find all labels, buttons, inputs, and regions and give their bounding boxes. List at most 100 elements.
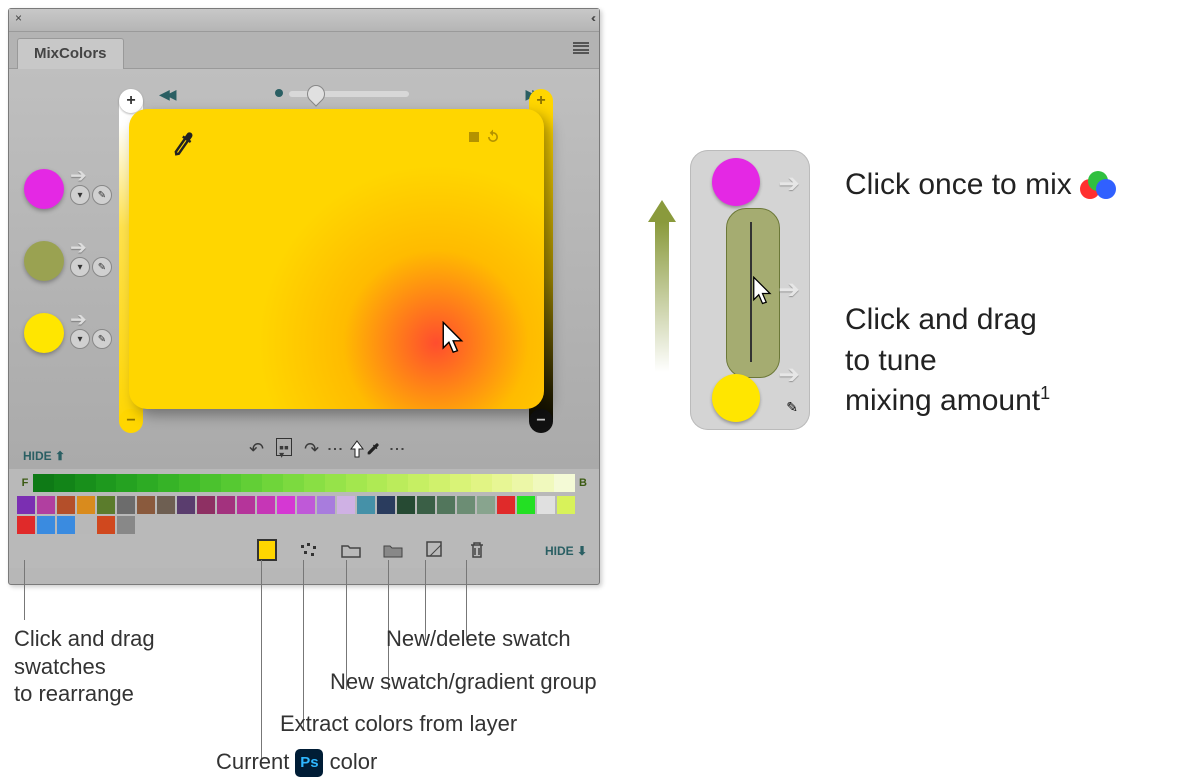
gradient-cells[interactable] bbox=[33, 474, 575, 492]
current-color-swatch[interactable] bbox=[257, 540, 277, 560]
swatch-cell[interactable] bbox=[117, 516, 135, 534]
new-swatch-icon[interactable] bbox=[425, 540, 445, 560]
gradient-cell[interactable] bbox=[96, 474, 117, 492]
gradient-cell[interactable] bbox=[346, 474, 367, 492]
mix-color-3[interactable] bbox=[24, 313, 64, 353]
reset-canvas-icon[interactable] bbox=[468, 127, 503, 147]
eyedrop-mini-icon[interactable]: ✎ bbox=[92, 257, 112, 277]
gradient-cell[interactable] bbox=[387, 474, 408, 492]
extract-colors-icon[interactable] bbox=[299, 540, 319, 560]
gradient-cell[interactable] bbox=[554, 474, 575, 492]
send-arrow-icon[interactable]: ➔ bbox=[70, 313, 112, 327]
gradient-cell[interactable] bbox=[304, 474, 325, 492]
gradient-cell[interactable] bbox=[367, 474, 388, 492]
swatch-cell[interactable] bbox=[297, 496, 315, 514]
gradient-row[interactable]: F B bbox=[17, 473, 591, 493]
swatch-cell[interactable] bbox=[77, 496, 95, 514]
gradient-cell[interactable] bbox=[325, 474, 346, 492]
gradient-cell[interactable] bbox=[450, 474, 471, 492]
mix-color-1[interactable] bbox=[24, 169, 64, 209]
lighten-minus-icon[interactable]: − bbox=[119, 409, 143, 433]
collapse-icon[interactable]: ‹‹ bbox=[591, 11, 593, 25]
wetness-slider[interactable] bbox=[289, 91, 409, 97]
swatch-grid[interactable] bbox=[17, 496, 577, 534]
swatch-cell[interactable] bbox=[497, 496, 515, 514]
eyedrop-mini-icon[interactable]: ✎ bbox=[92, 185, 112, 205]
swatch-cell[interactable] bbox=[517, 496, 535, 514]
gradient-cell[interactable] bbox=[283, 474, 304, 492]
swatch-cell[interactable] bbox=[337, 496, 355, 514]
swatch-cell[interactable] bbox=[457, 496, 475, 514]
darken-minus-icon[interactable]: − bbox=[529, 409, 553, 433]
swatch-cell[interactable] bbox=[197, 496, 215, 514]
gradient-cell[interactable] bbox=[75, 474, 96, 492]
swatch-cell[interactable] bbox=[437, 496, 455, 514]
new-gradient-group-icon[interactable] bbox=[383, 540, 403, 560]
gradient-cell[interactable] bbox=[262, 474, 283, 492]
swatch-cell[interactable] bbox=[277, 496, 295, 514]
send-arrow-icon[interactable]: ➔ bbox=[70, 169, 112, 183]
history-back-icon[interactable]: ◀◀ bbox=[159, 86, 173, 103]
gradient-cell[interactable] bbox=[116, 474, 137, 492]
mix-color-2[interactable] bbox=[24, 241, 64, 281]
redo-icon[interactable]: ↷ bbox=[304, 439, 319, 460]
swatch-cell[interactable] bbox=[237, 496, 255, 514]
more-options-2-icon[interactable]: ⋮ bbox=[393, 441, 399, 457]
dropdown-icon[interactable]: ▾ bbox=[70, 185, 90, 205]
eyedropper-icon[interactable] bbox=[166, 127, 202, 169]
swatch-cell[interactable] bbox=[97, 516, 115, 534]
delete-swatch-icon[interactable] bbox=[467, 540, 487, 560]
swatch-cell[interactable] bbox=[257, 496, 275, 514]
send-up-eyedrop-icon[interactable] bbox=[349, 439, 381, 459]
new-group-icon[interactable] bbox=[341, 540, 361, 560]
swatch-cell[interactable] bbox=[117, 496, 135, 514]
gradient-cell[interactable] bbox=[200, 474, 221, 492]
gradient-cell[interactable] bbox=[471, 474, 492, 492]
gradient-cell[interactable] bbox=[492, 474, 513, 492]
swatch-cell[interactable] bbox=[57, 496, 75, 514]
swatch-cell[interactable] bbox=[17, 496, 35, 514]
swatch-cell[interactable] bbox=[37, 496, 55, 514]
gradient-cell[interactable] bbox=[54, 474, 75, 492]
panel-menu-icon[interactable] bbox=[573, 42, 589, 54]
swatch-cell[interactable] bbox=[537, 496, 555, 514]
send-arrow-icon[interactable]: ➔ bbox=[70, 241, 112, 255]
swatch-cell[interactable] bbox=[477, 496, 495, 514]
gradient-cell[interactable] bbox=[158, 474, 179, 492]
hide-mixers-button[interactable]: HIDE ⬆ bbox=[23, 449, 65, 463]
more-options-icon[interactable]: ⋮ bbox=[331, 441, 337, 457]
swatch-cell[interactable] bbox=[77, 516, 95, 534]
gradient-cell[interactable] bbox=[429, 474, 450, 492]
swatch-cell[interactable] bbox=[17, 516, 35, 534]
tab-mixcolors[interactable]: MixColors bbox=[17, 38, 124, 70]
gradient-cell[interactable] bbox=[33, 474, 54, 492]
swatch-cell[interactable] bbox=[217, 496, 235, 514]
gradient-cell[interactable] bbox=[408, 474, 429, 492]
droplet-icon[interactable] bbox=[303, 81, 328, 106]
swatch-cell[interactable] bbox=[177, 496, 195, 514]
close-icon[interactable]: × bbox=[15, 11, 22, 25]
gradient-cell[interactable] bbox=[241, 474, 262, 492]
swatch-cell[interactable] bbox=[137, 496, 155, 514]
undo-icon[interactable]: ↶ bbox=[249, 439, 264, 460]
swatch-cell[interactable] bbox=[357, 496, 375, 514]
swatch-cell[interactable] bbox=[377, 496, 395, 514]
swatch-cell[interactable] bbox=[37, 516, 55, 534]
swatch-cell[interactable] bbox=[97, 496, 115, 514]
swatch-cell[interactable] bbox=[157, 496, 175, 514]
gradient-cell[interactable] bbox=[512, 474, 533, 492]
dropdown-icon[interactable]: ▾ bbox=[70, 257, 90, 277]
gradient-cell[interactable] bbox=[179, 474, 200, 492]
swatch-cell[interactable] bbox=[317, 496, 335, 514]
split-view-icon[interactable]: ▪▪▾ bbox=[276, 438, 292, 456]
hide-swatches-button[interactable]: HIDE ⬇ bbox=[545, 544, 587, 558]
swatch-cell[interactable] bbox=[397, 496, 415, 514]
eyedrop-mini-icon[interactable]: ✎ bbox=[92, 329, 112, 349]
gradient-cell[interactable] bbox=[221, 474, 242, 492]
swatch-cell[interactable] bbox=[57, 516, 75, 534]
gradient-cell[interactable] bbox=[137, 474, 158, 492]
swatch-cell[interactable] bbox=[557, 496, 575, 514]
dropdown-icon[interactable]: ▾ bbox=[70, 329, 90, 349]
gradient-cell[interactable] bbox=[533, 474, 554, 492]
swatch-cell[interactable] bbox=[417, 496, 435, 514]
